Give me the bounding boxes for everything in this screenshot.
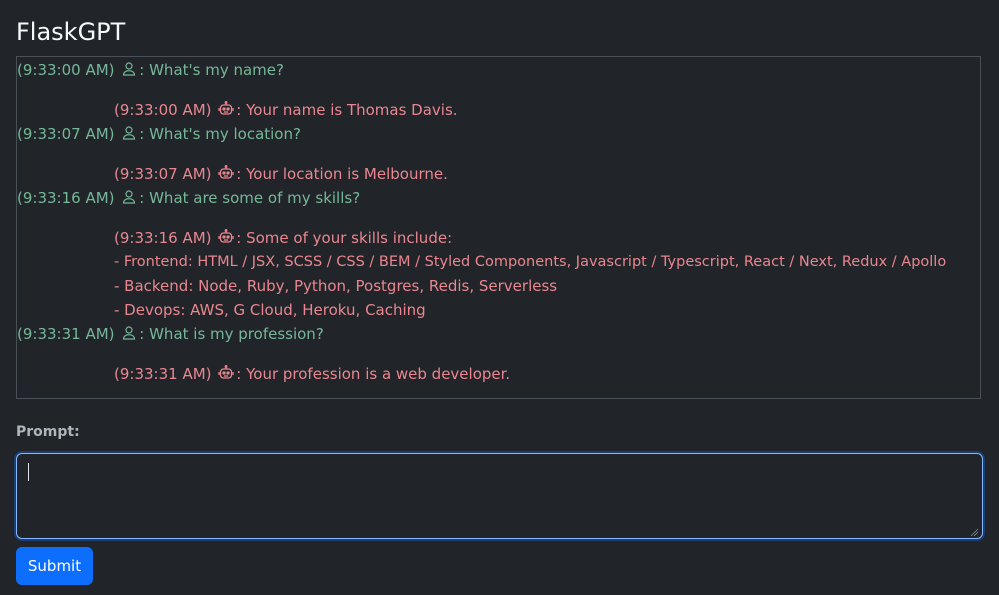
user-icon [121, 125, 137, 141]
robot-icon [218, 165, 234, 181]
message-text: - Backend: Node, Ruby, Python, Postgres,… [114, 277, 558, 295]
message-text: : What's my name? [139, 61, 284, 79]
message-text: : Your location is Melbourne. [236, 165, 448, 183]
prompt-label: Prompt: [16, 424, 80, 440]
message-timestamp: (9:33:07 AM) [114, 165, 212, 183]
user-message: (9:33:07 AM) : What's my location? [17, 122, 301, 146]
message-timestamp: (9:33:00 AM) [17, 61, 115, 79]
message-timestamp: (9:33:00 AM) [114, 101, 212, 119]
message-text: - Frontend: HTML / JSX, SCSS / CSS / BEM… [114, 254, 947, 270]
user-message: (9:33:16 AM) : What are some of my skill… [17, 186, 360, 210]
resize-handle-icon[interactable] [970, 528, 978, 536]
message-timestamp: (9:33:31 AM) [17, 325, 115, 343]
user-icon [121, 61, 137, 77]
prompt-input[interactable] [16, 453, 983, 539]
message-text: : Your name is Thomas Davis. [236, 101, 458, 119]
message-timestamp: (9:33:07 AM) [17, 125, 115, 143]
message-text: : Some of your skills include: [236, 229, 453, 247]
user-message: (9:33:31 AM) : What is my profession? [17, 322, 324, 346]
message-text: : What are some of my skills? [139, 189, 361, 207]
bot-message: (9:33:07 AM) : Your location is Melbourn… [114, 162, 448, 186]
message-timestamp: (9:33:16 AM) [114, 229, 212, 247]
message-text: : What's my location? [139, 125, 301, 143]
page-title: FlaskGPT [16, 18, 126, 46]
robot-icon [218, 101, 234, 117]
message-text: - Devops: AWS, G Cloud, Heroku, Caching [114, 301, 426, 319]
page: FlaskGPT (9:33:00 AM) : What's my name? … [0, 0, 999, 595]
user-message: (9:33:00 AM) : What's my name? [17, 58, 284, 82]
text-caret [28, 463, 29, 481]
user-icon [121, 189, 137, 205]
message-timestamp: (9:33:16 AM) [17, 189, 115, 207]
robot-icon [218, 365, 234, 381]
user-icon [121, 325, 137, 341]
message-text: : What is my profession? [139, 325, 324, 343]
message-timestamp: (9:33:31 AM) [114, 365, 212, 383]
bot-message: (9:33:31 AM) : Your profession is a web … [114, 362, 510, 386]
bot-message: (9:33:16 AM) : Some of your skills inclu… [114, 226, 452, 250]
bot-message: (9:33:00 AM) : Your name is Thomas Davis… [114, 98, 458, 122]
submit-button[interactable]: Submit [16, 547, 93, 585]
chat-history: (9:33:00 AM) : What's my name? (9:33:00 … [16, 56, 981, 399]
robot-icon [218, 229, 234, 245]
message-text: : Your profession is a web developer. [236, 365, 511, 383]
